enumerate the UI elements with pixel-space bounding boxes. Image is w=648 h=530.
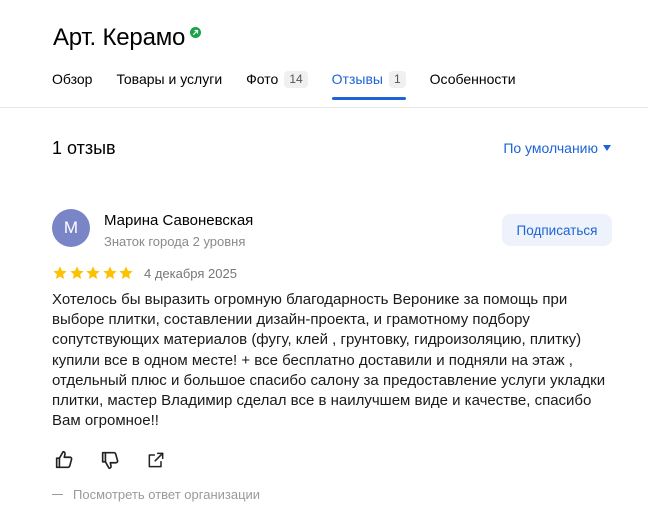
chevron-down-icon: [603, 145, 611, 151]
tab-count-badge: 1: [388, 71, 406, 88]
tab-label: Товары и услуги: [116, 71, 223, 87]
review-text: Хотелось бы выразить огромную благодарно…: [52, 291, 606, 430]
view-org-answer-link[interactable]: Посмотреть ответ организации: [52, 487, 260, 502]
divider: [0, 107, 648, 108]
tab-count-badge: 14: [284, 71, 308, 88]
tab-photos[interactable]: Фото 14: [246, 71, 308, 101]
tab-label: Фото: [246, 71, 279, 87]
avatar-letter: М: [63, 218, 79, 237]
page-title: Арт. Керамо: [53, 24, 186, 51]
star-icon: [102, 266, 117, 279]
tab-features[interactable]: Особенности: [430, 71, 516, 101]
tab-goods-services[interactable]: Товары и услуги: [116, 71, 222, 101]
star-icon: [69, 266, 84, 279]
tab-overview[interactable]: Обзор: [52, 71, 92, 101]
reviews-count-title: 1 отзыв: [52, 138, 116, 158]
rating-stars: [52, 265, 135, 281]
thumbs-up-icon[interactable]: [52, 448, 76, 472]
dash-divider: [52, 494, 63, 495]
star-icon: [86, 266, 100, 279]
avatar[interactable]: М: [52, 209, 90, 247]
subscribe-button[interactable]: Подписаться: [502, 214, 612, 246]
star-icon: [119, 266, 133, 279]
tab-label: Особенности: [429, 71, 516, 87]
sort-dropdown[interactable]: По умолчанию: [503, 140, 611, 156]
tab-label: Обзор: [52, 71, 93, 87]
tab-label: Отзывы: [331, 71, 383, 87]
thumbs-down-icon[interactable]: [98, 448, 122, 472]
tab-bar: Обзор Товары и услуги Фото 14 Отзывы 1 О…: [52, 71, 540, 101]
sort-label: По умолчанию: [503, 140, 598, 156]
share-icon[interactable]: [144, 448, 168, 472]
review-actions: [52, 448, 190, 472]
header: Арт. Керамо: [53, 24, 202, 52]
verified-icon: [190, 26, 202, 38]
author-level: Знаток города 2 уровня: [104, 234, 246, 249]
review-date: 4 декабря 2025: [144, 266, 237, 281]
author-name[interactable]: Марина Савоневская: [104, 212, 253, 229]
star-icon: [53, 266, 67, 279]
tab-reviews[interactable]: Отзывы 1: [331, 71, 406, 101]
org-answer-label: Посмотреть ответ организации: [73, 487, 261, 502]
